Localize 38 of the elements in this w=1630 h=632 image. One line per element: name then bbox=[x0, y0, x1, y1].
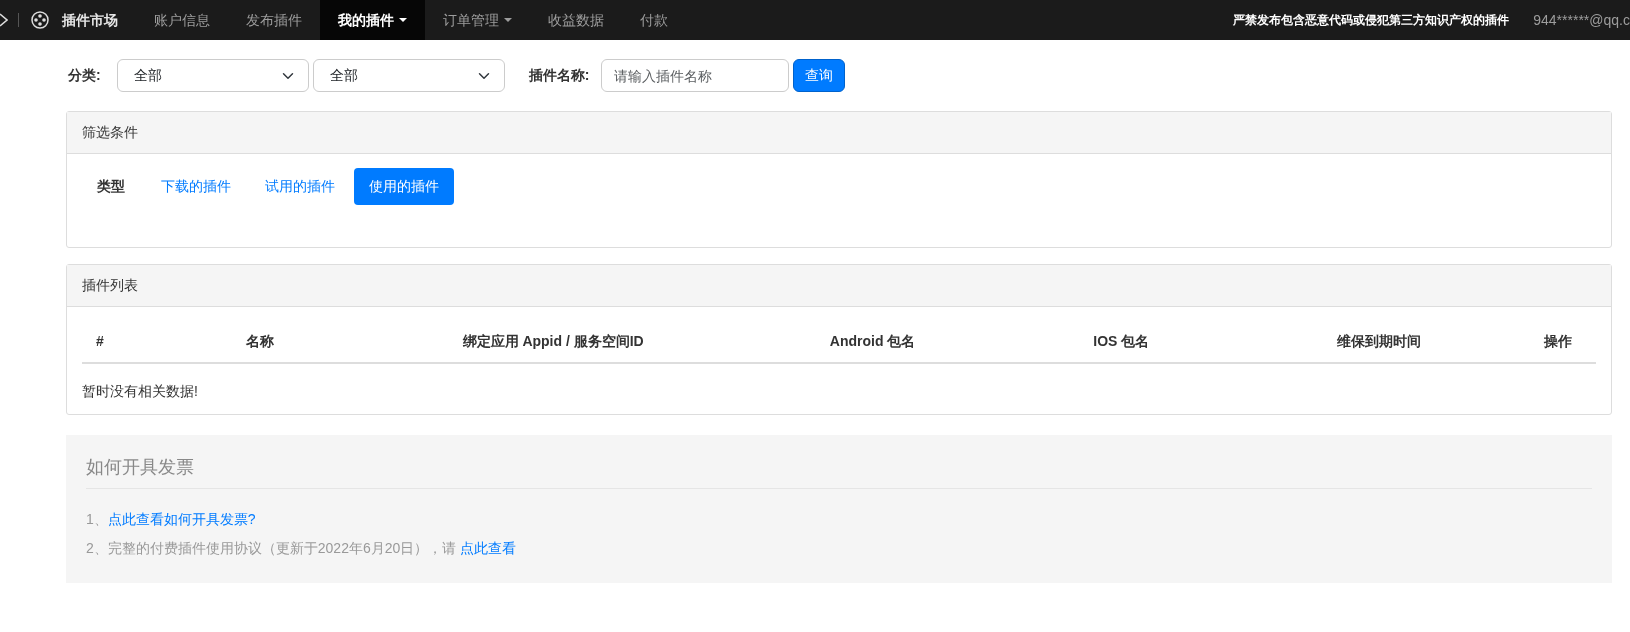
column-header: 维保到期时间 bbox=[1236, 317, 1521, 364]
nav-item[interactable]: 收益数据 bbox=[530, 0, 622, 40]
notice-text: 严禁发布包含恶意代码或侵犯第三方知识产权的插件 bbox=[1233, 12, 1510, 29]
filter-option[interactable]: 使用的插件 bbox=[354, 168, 454, 205]
invoice-title: 如何开具发票 bbox=[86, 457, 1592, 489]
nav-item[interactable]: 付款 bbox=[622, 0, 686, 40]
nav-item[interactable]: 发布插件 bbox=[228, 0, 320, 40]
film-reel-icon bbox=[31, 11, 49, 29]
column-header: 名称 bbox=[153, 317, 367, 364]
search-button[interactable]: 查询 bbox=[793, 59, 846, 92]
nav-item[interactable]: 我的插件 bbox=[320, 0, 425, 40]
caret-icon bbox=[399, 18, 407, 22]
brand-link[interactable]: 插件市场 bbox=[31, 0, 136, 40]
empty-message: 暂时没有相关数据! bbox=[82, 382, 199, 401]
column-header: 绑定应用 Appid / 服务空间ID bbox=[367, 317, 740, 364]
column-header: Android 包名 bbox=[739, 317, 1007, 364]
note-text: 2、完整的付费插件使用协议（更新于2022年6月20日），请 点此查看 bbox=[86, 538, 518, 558]
note-link[interactable]: 点此查看 bbox=[460, 539, 517, 556]
caret-icon bbox=[504, 18, 512, 22]
filter-option[interactable]: 下载的插件 bbox=[146, 168, 246, 205]
note-text: 1、点此查看如何开具发票? bbox=[86, 509, 257, 529]
category-select[interactable]: 全部 bbox=[116, 59, 309, 92]
plugin-name-label: 插件名称: bbox=[528, 66, 590, 85]
note-link[interactable]: 点此查看如何开具发票? bbox=[107, 510, 256, 527]
chevron-icon[interactable] bbox=[0, 13, 8, 27]
column-header: IOS 包名 bbox=[1006, 317, 1237, 364]
subcategory-select[interactable]: 全部 bbox=[312, 59, 505, 92]
type-label: 类型 bbox=[96, 177, 126, 196]
panel-title: 插件列表 bbox=[67, 265, 1611, 307]
panel-title: 筛选条件 bbox=[67, 112, 1611, 154]
category-label: 分类: bbox=[68, 66, 101, 85]
user-email[interactable]: 944******@qq.c bbox=[1533, 9, 1630, 31]
filter-option[interactable]: 试用的插件 bbox=[250, 168, 350, 205]
nav-item[interactable]: 账户信息 bbox=[136, 0, 228, 40]
column-header: # bbox=[82, 317, 154, 364]
column-header: 操作 bbox=[1520, 317, 1596, 364]
nav-item[interactable]: 订单管理 bbox=[425, 0, 530, 40]
plugin-name-field[interactable]: 请输入插件名称 bbox=[601, 59, 790, 92]
